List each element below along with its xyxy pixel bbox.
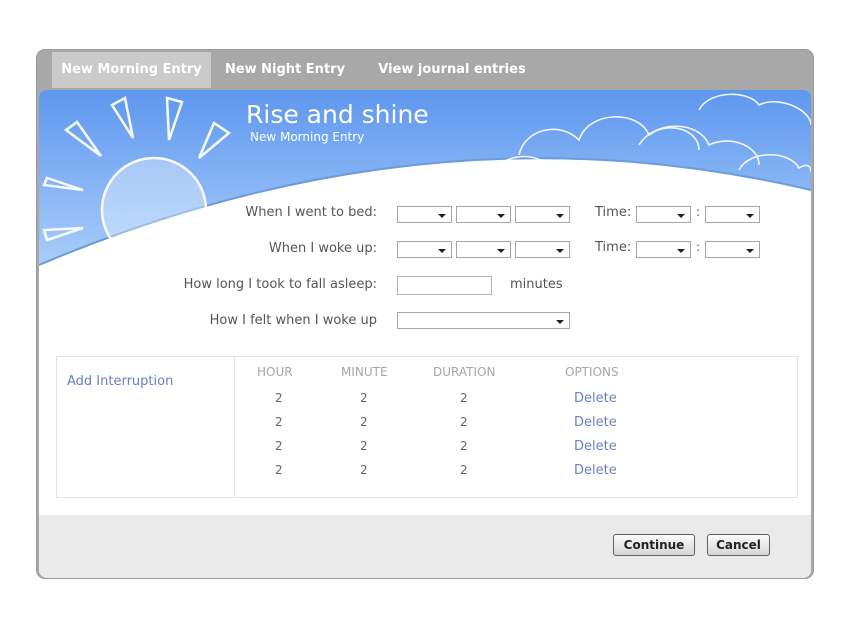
bed-time-separator: : (696, 205, 701, 219)
row3-duration: 2 (460, 439, 468, 453)
header-minute: MINUTE (341, 365, 388, 379)
add-interruption-link[interactable]: Add Interruption (67, 374, 173, 389)
row4-hour: 2 (275, 463, 283, 477)
row2-duration: 2 (460, 415, 468, 429)
wake-label: When I woke up: (268, 241, 377, 256)
wake-year-select[interactable] (515, 241, 570, 258)
interruptions-divider (234, 357, 235, 497)
row4-delete-link[interactable]: Delete (574, 463, 617, 478)
footer-bar: Continue Cancel (39, 515, 811, 578)
row1-delete-link[interactable]: Delete (574, 391, 617, 406)
row2-hour: 2 (275, 415, 283, 429)
wake-hour-select[interactable] (636, 241, 691, 258)
cancel-button[interactable]: Cancel (707, 534, 770, 556)
header-hour: HOUR (257, 365, 293, 379)
wake-day-select[interactable] (456, 241, 511, 258)
tab-new-night-entry[interactable]: New Night Entry (220, 52, 350, 88)
wake-time-label: Time: (595, 240, 632, 255)
bed-day-select[interactable] (456, 206, 511, 223)
tab-bar: New Morning Entry New Night Entry View j… (37, 50, 813, 88)
row3-hour: 2 (275, 439, 283, 453)
entry-panel: Rise and shine New Morning Entry When I … (39, 90, 811, 578)
bed-month-select[interactable] (397, 206, 452, 223)
asleep-label: How long I took to fall asleep: (183, 277, 377, 292)
wake-time-separator: : (696, 240, 701, 254)
bed-time-label: Time: (595, 205, 632, 220)
row1-duration: 2 (460, 391, 468, 405)
bed-label: When I went to bed: (245, 205, 377, 220)
row3-minute: 2 (360, 439, 368, 453)
row3-delete-link[interactable]: Delete (574, 439, 617, 454)
asleep-unit-label: minutes (510, 277, 563, 292)
tab-new-morning-entry[interactable]: New Morning Entry (52, 52, 211, 88)
row4-duration: 2 (460, 463, 468, 477)
row4-minute: 2 (360, 463, 368, 477)
interruptions-panel: Add Interruption HOUR MINUTE DURATION OP… (56, 356, 798, 498)
asleep-minutes-input[interactable] (397, 276, 492, 295)
bed-year-select[interactable] (515, 206, 570, 223)
felt-select[interactable] (397, 312, 570, 329)
row2-delete-link[interactable]: Delete (574, 415, 617, 430)
bed-minute-select[interactable] (705, 206, 760, 223)
header-options: OPTIONS (565, 365, 619, 379)
row2-minute: 2 (360, 415, 368, 429)
felt-label: How I felt when I woke up (209, 313, 377, 328)
header-duration: DURATION (433, 365, 496, 379)
tab-view-journal-entries[interactable]: View journal entries (371, 52, 533, 88)
page-title: Rise and shine (246, 100, 429, 129)
wake-month-select[interactable] (397, 241, 452, 258)
row1-minute: 2 (360, 391, 368, 405)
wake-minute-select[interactable] (705, 241, 760, 258)
continue-button[interactable]: Continue (613, 534, 695, 556)
page-subtitle: New Morning Entry (250, 130, 365, 144)
journal-window: New Morning Entry New Night Entry View j… (36, 49, 814, 579)
bed-hour-select[interactable] (636, 206, 691, 223)
row1-hour: 2 (275, 391, 283, 405)
